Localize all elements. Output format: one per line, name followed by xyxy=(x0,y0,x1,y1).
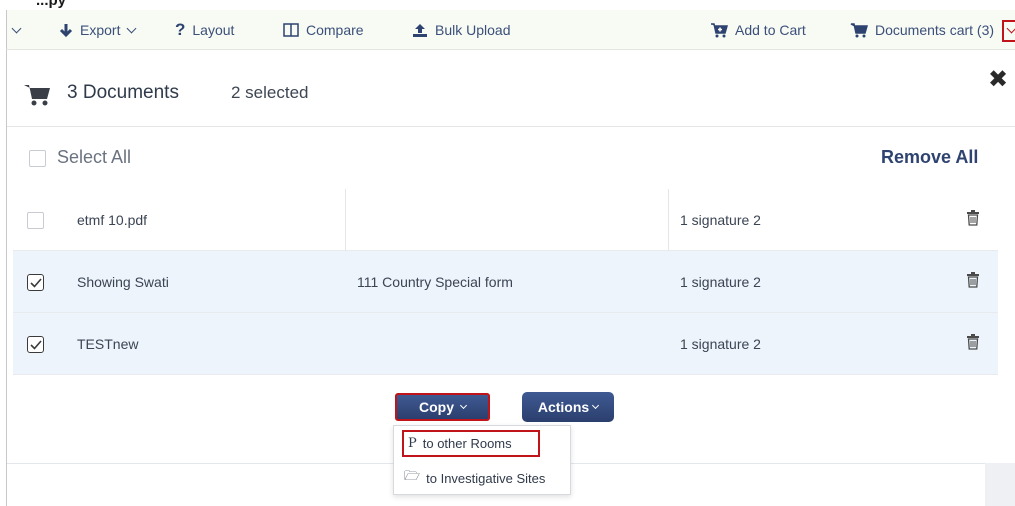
table-row: etmf 10.pdf 1 signature 2 xyxy=(13,189,998,251)
remove-all-button[interactable]: Remove All xyxy=(881,147,978,168)
chevron-down-icon xyxy=(127,23,137,33)
copy-label: Copy xyxy=(419,399,454,415)
table-row: Showing Swati 111 Country Special form 1… xyxy=(13,251,998,313)
copy-button[interactable]: Copy xyxy=(395,393,490,421)
select-all-checkbox[interactable] xyxy=(29,150,46,167)
actions-button[interactable]: Actions xyxy=(522,392,614,422)
row-checkbox[interactable] xyxy=(27,274,44,291)
add-to-cart-button[interactable]: Add to Cart xyxy=(710,10,806,50)
checkmark-icon xyxy=(29,339,42,350)
document-name: Showing Swati xyxy=(77,274,169,290)
bulk-upload-button[interactable]: Bulk Upload xyxy=(412,10,511,50)
signature-status: 1 signature 2 xyxy=(680,274,761,290)
page-title-fragment: ...py xyxy=(36,0,67,9)
bulk-upload-label: Bulk Upload xyxy=(435,22,511,38)
chevron-down-icon xyxy=(592,401,600,409)
table-row: TESTnew 1 signature 2 xyxy=(13,313,998,375)
row-checkbox[interactable] xyxy=(27,336,44,353)
selected-count: 2 selected xyxy=(231,83,309,102)
footer-scroll-area xyxy=(985,463,1015,506)
compare-button[interactable]: Compare xyxy=(283,10,364,50)
documents-cart-panel: 3 Documents 2 selected ✖ Select All Remo… xyxy=(6,50,1015,506)
toolbar: Export ? Layout Compare Bulk Upload Add … xyxy=(6,10,1015,50)
menu-item-label: to Investigative Sites xyxy=(426,470,546,486)
select-all-row: Select All Remove All xyxy=(7,127,1015,189)
question-icon: ? xyxy=(175,20,186,39)
export-button[interactable]: Export xyxy=(59,10,137,50)
panel-header: 3 Documents 2 selected ✖ xyxy=(7,50,1015,127)
document-name: TESTnew xyxy=(77,336,139,352)
actions-label: Actions xyxy=(537,399,590,415)
select-all-label[interactable]: Select All xyxy=(57,147,131,168)
chevron-down-icon xyxy=(459,401,468,409)
cart-icon xyxy=(23,83,51,112)
folder-open-icon: 🗁 xyxy=(404,468,421,483)
cart-icon xyxy=(850,22,868,38)
document-name: etmf 10.pdf xyxy=(77,212,148,228)
documents-cart-button[interactable]: Documents cart (3) xyxy=(850,10,994,50)
top-strip: ...py xyxy=(0,0,1015,10)
layout-button[interactable]: ? Layout xyxy=(175,10,234,50)
documents-cart-label: Documents cart (3) xyxy=(875,22,995,38)
signature-status: 1 signature 2 xyxy=(680,212,761,228)
export-label: Export xyxy=(80,22,121,38)
copy-to-investigative-sites[interactable]: 🗁 to Investigative Sites xyxy=(394,463,570,493)
close-icon[interactable]: ✖ xyxy=(988,68,1008,92)
copy-to-other-rooms[interactable]: P to other Rooms xyxy=(402,430,540,457)
toolbar-collapse[interactable] xyxy=(11,10,22,50)
column-divider xyxy=(668,189,669,251)
column-divider xyxy=(345,189,346,251)
trash-icon[interactable] xyxy=(966,334,980,355)
layout-label: Layout xyxy=(192,22,235,38)
add-to-cart-label: Add to Cart xyxy=(735,22,806,38)
arrow-down-icon xyxy=(59,23,73,38)
chevron-down-icon xyxy=(1006,23,1015,34)
rooms-icon: P xyxy=(408,436,417,451)
trash-icon[interactable] xyxy=(966,210,980,231)
documents-table: etmf 10.pdf 1 signature 2 Showing Swati … xyxy=(13,189,998,375)
document-type: 111 Country Special form xyxy=(357,274,513,290)
compare-label: Compare xyxy=(306,22,364,38)
trash-icon[interactable] xyxy=(966,272,980,293)
columns-icon xyxy=(283,23,299,37)
menu-item-label: to other Rooms xyxy=(422,436,512,451)
upload-icon xyxy=(412,23,428,38)
signature-status: 1 signature 2 xyxy=(680,336,761,352)
row-checkbox[interactable] xyxy=(27,212,44,229)
copy-dropdown-menu: P to other Rooms 🗁 to Investigative Site… xyxy=(393,425,571,495)
documents-cart-toggle[interactable] xyxy=(1002,20,1015,42)
cart-plus-icon xyxy=(710,22,728,38)
checkmark-icon xyxy=(29,277,42,288)
chevron-down-icon xyxy=(11,23,22,33)
document-count: 3 Documents xyxy=(67,82,179,103)
